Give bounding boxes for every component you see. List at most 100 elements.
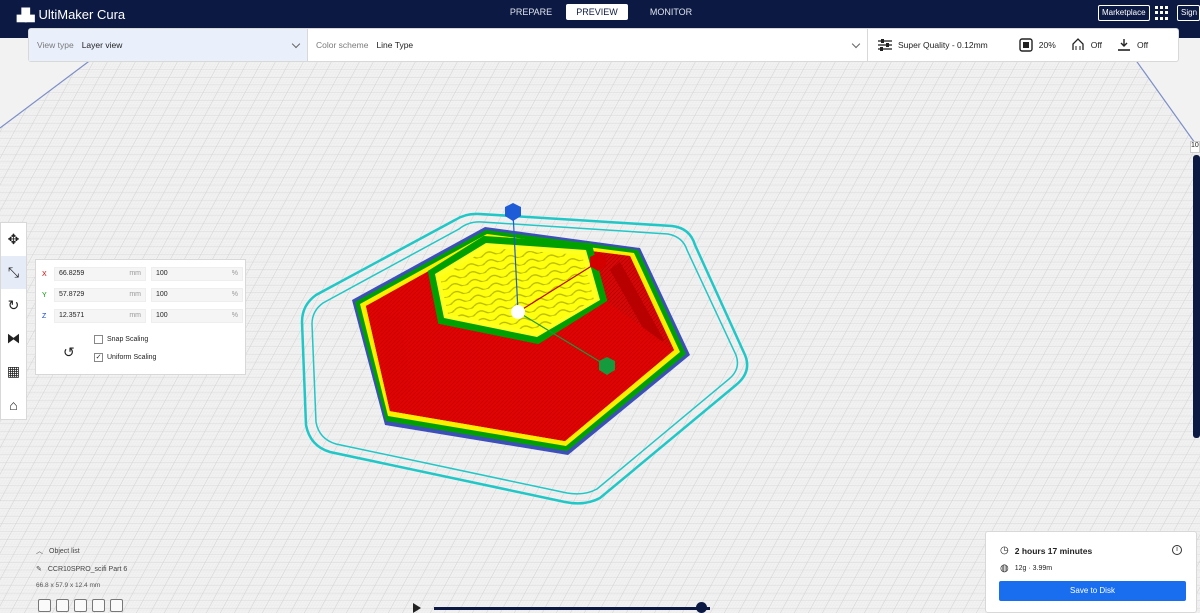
object-list-item[interactable]: ✎ CCR10SPRO_scifi Part 6 (36, 565, 128, 574)
3d-view-icon[interactable] (38, 599, 51, 612)
scale-z-row: Z 12.3571 mm 100 % (42, 309, 243, 323)
support-icon (1072, 38, 1084, 50)
material-usage: 12g · 3.99m (1014, 565, 1053, 572)
chevron-down-icon (291, 39, 301, 49)
sign-in-button[interactable]: Sign in (1177, 5, 1200, 21)
y-mm-value: 57.8729 (59, 291, 85, 298)
quality-setting: Super Quality - 0.12mm (877, 38, 988, 52)
camera-view-buttons (38, 599, 123, 612)
y-percent-value: 100 (156, 291, 168, 298)
adhesion-setting: Off (1116, 38, 1148, 52)
print-time-row: ◷ 2 hours 17 minutes (1000, 545, 1092, 556)
ultimaker-logo-icon: ▟▙ (17, 7, 34, 22)
path-slider-handle[interactable] (696, 602, 707, 613)
checkbox-unchecked[interactable] (94, 335, 103, 344)
material-row: ◍ 12g · 3.99m (1000, 563, 1052, 574)
info-icon[interactable]: i (1172, 545, 1182, 555)
app-logo: ▟▙ UltiMaker Cura (17, 7, 125, 22)
mm-unit: mm (129, 312, 141, 319)
view-type-dropdown[interactable]: View type Layer view (29, 29, 308, 61)
snap-scaling-label: Snap Scaling (107, 336, 149, 343)
right-view-icon[interactable] (110, 599, 123, 612)
z-mm-field[interactable]: 12.3571 mm (54, 309, 146, 323)
marketplace-button[interactable]: Marketplace (1098, 5, 1150, 21)
support-setting: Off (1070, 38, 1102, 52)
print-time: 2 hours 17 minutes (1014, 545, 1093, 556)
y-percent-field[interactable]: 100 % (151, 288, 243, 302)
infill-setting: 20% (1018, 38, 1056, 52)
mm-unit: mm (129, 291, 141, 298)
uniform-scaling-checkbox[interactable]: ✓ Uniform Scaling (94, 353, 156, 362)
object-dimensions: 66.8 x 57.9 x 12.4 mm (36, 582, 101, 589)
object-list-title: Object list (49, 547, 80, 555)
pencil-icon: ✎ (36, 566, 42, 573)
save-to-disk-button[interactable]: Save to Disk (999, 581, 1186, 601)
infill-value: 20% (1038, 40, 1056, 50)
spool-icon: ◍ (1000, 563, 1009, 574)
print-settings-button[interactable]: Super Quality - 0.12mm 20% Off Off (868, 29, 1178, 61)
x-axis-label: X (42, 270, 47, 278)
view-type-value: Layer view (81, 40, 123, 50)
z-percent-field[interactable]: 100 % (151, 309, 243, 323)
object-list-header[interactable]: ︿ Object list (36, 546, 127, 556)
scale-x-row: X 66.8259 mm 100 % (42, 267, 243, 281)
print-summary-panel: ◷ 2 hours 17 minutes i ◍ 12g · 3.99m Sav… (985, 531, 1197, 613)
color-scheme-value: Line Type (376, 40, 414, 50)
uniform-scaling-label: Uniform Scaling (107, 354, 157, 361)
color-scheme-label: Color scheme (316, 40, 369, 50)
chevron-up-icon: ︿ (36, 548, 43, 555)
z-percent-value: 100 (156, 312, 168, 319)
scale-tool-icon[interactable]: ⤡ (1, 256, 26, 289)
infill-icon (1019, 38, 1033, 52)
reset-scale-icon[interactable]: ↺ (63, 344, 75, 361)
left-view-icon[interactable] (92, 599, 105, 612)
color-scheme-dropdown[interactable]: Color scheme Line Type (308, 29, 868, 61)
mm-unit: mm (129, 270, 141, 277)
z-mm-value: 12.3571 (59, 312, 85, 319)
object-list: ︿ Object list ✎ CCR10SPRO_scifi Part 6 (36, 546, 127, 582)
tab-prepare[interactable]: PREPARE (500, 4, 562, 20)
top-bar: ▟▙ UltiMaker Cura PREPARE PREVIEW MONITO… (0, 0, 1200, 28)
front-view-icon[interactable] (56, 599, 69, 612)
z-axis-label: Z (42, 312, 47, 320)
x-percent-field[interactable]: 100 % (151, 267, 243, 281)
x-percent-value: 100 (156, 270, 168, 277)
x-mm-value: 66.8259 (59, 270, 85, 277)
mirror-tool-icon[interactable]: ⧓ (1, 322, 26, 355)
tool-panel: ✥ ⤡ ↻ ⧓ ▦ ⌂ (0, 222, 27, 420)
rotate-tool-icon[interactable]: ↻ (1, 289, 26, 322)
tab-monitor[interactable]: MONITOR (632, 4, 710, 20)
path-slider-track[interactable] (434, 607, 710, 610)
y-mm-field[interactable]: 57.8729 mm (54, 288, 146, 302)
y-axis-label: Y (42, 291, 47, 299)
chevron-down-icon (851, 39, 861, 49)
percent-unit: % (231, 270, 238, 277)
scale-panel: X 66.8259 mm 100 % Y 57.8729 mm 100 % Z … (35, 259, 246, 375)
clock-icon: ◷ (1000, 545, 1009, 556)
apps-grid-icon[interactable] (1155, 6, 1169, 20)
layer-value-field[interactable]: 10 (1190, 141, 1200, 153)
tab-preview[interactable]: PREVIEW (566, 4, 628, 20)
quality-value: Super Quality - 0.12mm (898, 40, 988, 50)
percent-unit: % (231, 291, 238, 298)
snap-scaling-checkbox[interactable]: Snap Scaling (94, 335, 148, 344)
view-type-label: View type (37, 40, 74, 50)
per-model-settings-icon[interactable]: ▦ (1, 355, 26, 388)
top-view-icon[interactable] (74, 599, 87, 612)
app-title: UltiMaker Cura (38, 7, 126, 22)
object-name: CCR10SPRO_scifi Part 6 (47, 565, 128, 573)
path-slider (413, 602, 710, 613)
percent-unit: % (231, 312, 238, 319)
move-tool-icon[interactable]: ✥ (1, 223, 26, 256)
adhesion-value: Off (1136, 40, 1149, 50)
support-blocker-icon[interactable]: ⌂ (1, 388, 26, 421)
support-value: Off (1090, 40, 1102, 50)
play-icon[interactable] (413, 603, 421, 613)
sliders-icon (878, 39, 892, 51)
scale-y-row: Y 57.8729 mm 100 % (42, 288, 243, 302)
stage-tabs: PREPARE PREVIEW MONITOR (500, 4, 710, 20)
view-toolbar: View type Layer view Color scheme Line T… (28, 28, 1179, 62)
layer-slider[interactable] (1193, 155, 1200, 438)
checkbox-checked[interactable]: ✓ (94, 353, 103, 362)
x-mm-field[interactable]: 66.8259 mm (54, 267, 146, 281)
